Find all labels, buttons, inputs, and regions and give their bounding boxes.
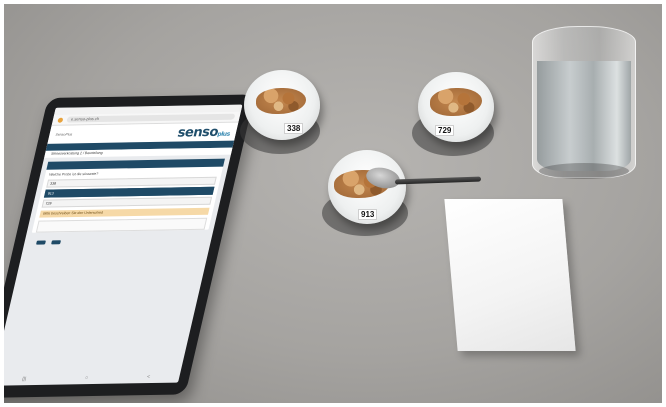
comment-textarea[interactable] (35, 217, 208, 233)
recent-apps-icon[interactable]: ||| (21, 376, 26, 382)
comment-hint: Bitte beschreiben Sie den Unterschied (39, 207, 210, 218)
option-913[interactable]: 913 (43, 186, 215, 198)
tablet-device: e.senso-plus.ch SensoPlus sensoplus Sinn… (0, 94, 255, 398)
photo-scene: e.senso-plus.ch SensoPlus sensoplus Sinn… (0, 0, 666, 407)
granola-sample (256, 88, 306, 114)
question-panel: Welche Probe ist die süsseste? 338 913 7… (31, 158, 225, 233)
option-338[interactable]: 338 (46, 176, 217, 188)
tablet-screen: e.senso-plus.ch SensoPlus sensoplus Sinn… (0, 104, 243, 386)
url-field[interactable]: e.senso-plus.ch (66, 113, 236, 123)
browser-tab-icon (57, 117, 64, 123)
glass-base (539, 163, 629, 179)
napkin (444, 199, 576, 351)
water-glass (532, 26, 636, 179)
home-icon[interactable]: ○ (84, 375, 88, 381)
senso-plus-logo: sensoplus (176, 124, 231, 141)
cup-code-label: 913 (358, 209, 378, 220)
cup-code-label: 729 (435, 125, 455, 136)
spoon-handle (394, 176, 482, 185)
cup-code-label: 338 (284, 123, 304, 134)
sample-cup-338: 338 (244, 70, 320, 140)
granola-sample (430, 88, 482, 116)
back-arrow-icon[interactable] (36, 240, 46, 245)
android-nav-bar: ||| ○ < (0, 374, 180, 383)
forward-arrow-icon[interactable] (51, 240, 62, 245)
sample-cup-729: 729 (418, 72, 494, 142)
water (537, 61, 631, 171)
option-729[interactable]: 729 (41, 196, 213, 208)
page-navigation (23, 234, 213, 249)
app-menu[interactable]: SensoPlus (55, 132, 73, 136)
back-icon[interactable]: < (146, 374, 150, 380)
